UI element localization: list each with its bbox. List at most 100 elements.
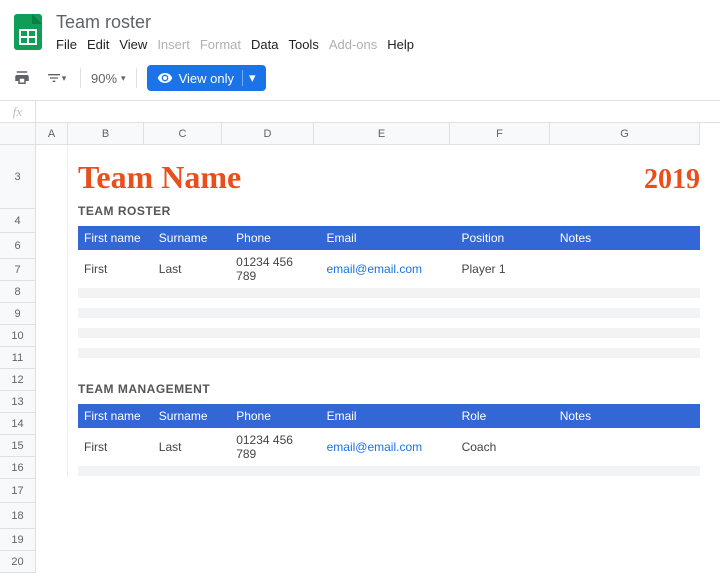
cell: 01234 456 789 — [230, 428, 320, 466]
row-header-7[interactable]: 7 — [0, 259, 36, 281]
col-header-E[interactable]: E — [314, 123, 450, 145]
table-row[interactable] — [78, 318, 700, 328]
table-row[interactable] — [78, 338, 700, 348]
cell — [153, 308, 230, 318]
cell — [78, 358, 153, 368]
cell — [554, 428, 700, 466]
formula-bar: fx — [0, 101, 720, 123]
cell — [321, 338, 456, 348]
row-header-8[interactable]: 8 — [0, 281, 36, 303]
cell — [455, 358, 553, 368]
sheets-icon[interactable] — [8, 8, 48, 56]
cell — [78, 308, 153, 318]
menu-insert: Insert — [157, 37, 190, 52]
th: Role — [456, 404, 554, 428]
table-row[interactable]: FirstLast01234 456 789email@email.comPla… — [78, 250, 700, 288]
row-header-16[interactable]: 16 — [0, 457, 36, 479]
email-link[interactable]: email@email.com — [327, 440, 423, 454]
col-header-D[interactable]: D — [222, 123, 314, 145]
th: Surname — [153, 404, 230, 428]
th: Email — [321, 404, 456, 428]
table-row[interactable] — [78, 298, 700, 308]
filter-icon[interactable]: ▾ — [42, 64, 70, 92]
row-header-20[interactable]: 20 — [0, 551, 36, 573]
table-row[interactable] — [78, 328, 700, 338]
cells-area[interactable]: Team Name2019TEAM ROSTERFirst nameSurnam… — [36, 145, 720, 573]
row-header-13[interactable]: 13 — [0, 391, 36, 413]
table-row[interactable] — [78, 348, 700, 358]
team-name: Team Name — [78, 159, 241, 196]
cell — [230, 298, 320, 308]
col-header-A[interactable]: A — [36, 123, 68, 145]
table-row[interactable] — [78, 466, 700, 476]
cell — [321, 358, 456, 368]
menu-add-ons: Add-ons — [329, 37, 377, 52]
col-header-C[interactable]: C — [144, 123, 222, 145]
menu-data[interactable]: Data — [251, 37, 278, 52]
view-only-button[interactable]: View only ▾ — [147, 65, 266, 91]
row-header-6[interactable]: 6 — [0, 233, 36, 259]
table-row[interactable] — [78, 358, 700, 368]
col-header-G[interactable]: G — [550, 123, 700, 145]
row-headers: 3467891011121314151617181920 — [0, 145, 36, 573]
cell: email@email.com — [321, 428, 456, 466]
cell — [455, 338, 553, 348]
menu-file[interactable]: File — [56, 37, 77, 52]
cell — [230, 358, 320, 368]
col-header-B[interactable]: B — [68, 123, 144, 145]
cell — [554, 338, 700, 348]
cell — [230, 318, 320, 328]
cell — [554, 358, 700, 368]
th: Phone — [230, 226, 320, 250]
email-link[interactable]: email@email.com — [327, 262, 423, 276]
cell: First — [78, 428, 153, 466]
menu-tools[interactable]: Tools — [288, 37, 318, 52]
column-headers: ABCDEFG — [0, 123, 720, 145]
row-header-3[interactable]: 3 — [0, 145, 36, 209]
cell — [78, 466, 153, 476]
cell: Last — [153, 428, 230, 466]
cell — [554, 250, 700, 288]
cell — [153, 348, 230, 358]
cell — [153, 466, 230, 476]
row-header-4[interactable]: 4 — [0, 209, 36, 233]
row-header-15[interactable]: 15 — [0, 435, 36, 457]
doc-title[interactable]: Team roster — [56, 12, 414, 33]
cell — [321, 348, 456, 358]
cell — [455, 348, 553, 358]
th: Surname — [153, 226, 230, 250]
cell — [554, 288, 700, 298]
row-header-19[interactable]: 19 — [0, 529, 36, 551]
print-icon[interactable] — [8, 64, 36, 92]
select-all-corner[interactable] — [0, 123, 36, 145]
cell — [455, 308, 553, 318]
table-row[interactable]: FirstLast01234 456 789email@email.comCoa… — [78, 428, 700, 466]
formula-input[interactable] — [36, 101, 720, 122]
row-header-18[interactable]: 18 — [0, 503, 36, 529]
menu-view[interactable]: View — [119, 37, 147, 52]
row-header-10[interactable]: 10 — [0, 325, 36, 347]
cell — [455, 288, 553, 298]
zoom-select[interactable]: 90%▾ — [91, 71, 126, 86]
cell — [554, 328, 700, 338]
row-header-14[interactable]: 14 — [0, 413, 36, 435]
table-row[interactable] — [78, 288, 700, 298]
menu-help[interactable]: Help — [387, 37, 414, 52]
menu-bar: FileEditViewInsertFormatDataToolsAdd-ons… — [56, 37, 414, 52]
row-header-11[interactable]: 11 — [0, 347, 36, 369]
row-header-17[interactable]: 17 — [0, 479, 36, 503]
col-header-F[interactable]: F — [450, 123, 550, 145]
cell — [78, 348, 153, 358]
cell — [78, 318, 153, 328]
chevron-down-icon: ▾ — [242, 70, 256, 86]
cell — [455, 328, 553, 338]
menu-edit[interactable]: Edit — [87, 37, 109, 52]
cell — [554, 308, 700, 318]
table-row[interactable] — [78, 308, 700, 318]
cell: Last — [153, 250, 230, 288]
cell — [78, 288, 153, 298]
row-header-12[interactable]: 12 — [0, 369, 36, 391]
grid: ABCDEFG 3467891011121314151617181920 Tea… — [0, 123, 720, 573]
row-header-9[interactable]: 9 — [0, 303, 36, 325]
th: Position — [455, 226, 553, 250]
